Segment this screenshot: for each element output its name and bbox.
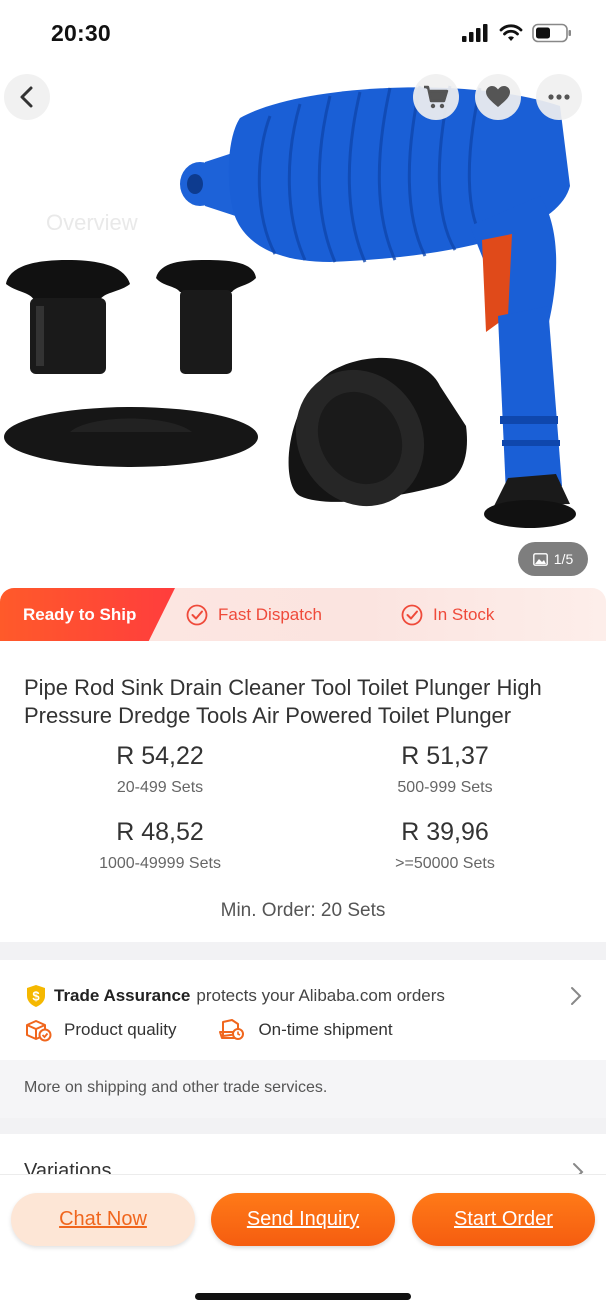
heart-icon (486, 86, 510, 107)
more-button[interactable] (536, 74, 582, 120)
more-shipping-link[interactable]: More on shipping and other trade service… (0, 1060, 606, 1118)
check-circle-icon (401, 604, 423, 625)
tier-quantity: 1000-49999 Sets (99, 855, 221, 872)
tier-price: R 54,22 (116, 742, 204, 770)
fast-dispatch-tag: Fast Dispatch (186, 588, 322, 641)
chevron-left-icon (20, 86, 33, 108)
feature-label: On-time shipment (258, 1020, 393, 1039)
shipping-tags-bar: Ready to Ship Fast Dispatch In Stock (0, 588, 606, 641)
feature-on-time-shipment: On-time shipment (218, 1018, 393, 1042)
image-icon (532, 552, 548, 566)
ready-to-ship-badge: Ready to Ship (0, 588, 175, 641)
check-circle-icon (186, 604, 208, 625)
cart-icon (424, 85, 449, 109)
tier-price: R 39,96 (401, 818, 489, 846)
status-time: 20:30 (51, 20, 111, 46)
feature-product-quality: Product quality (24, 1018, 176, 1042)
tier-quantity: 500-999 Sets (397, 779, 493, 796)
in-stock-tag: In Stock (401, 588, 494, 641)
shipment-icon (219, 1019, 245, 1040)
favorite-button[interactable] (475, 74, 521, 120)
signal-icon (462, 24, 488, 42)
send-inquiry-button[interactable]: Send Inquiry (211, 1193, 395, 1246)
chevron-right-icon (571, 987, 582, 1005)
bottom-action-bar: Chat Now Send Inquiry Start Order (0, 1174, 606, 1312)
trade-features: Product quality On-time shipment (24, 1018, 393, 1042)
trade-assurance-title: Trade Assurance (54, 986, 191, 1005)
tier-quantity: >=50000 Sets (395, 855, 495, 872)
svg-text:$: $ (32, 989, 40, 1004)
tier-price: R 48,52 (116, 818, 204, 846)
wifi-icon (499, 24, 523, 41)
price-tier: R 51,37 500-999 Sets (325, 742, 565, 797)
section-divider (0, 1118, 606, 1134)
image-counter-text: 1/5 (553, 551, 574, 567)
status-icons (462, 23, 572, 43)
product-image (4, 85, 576, 528)
tier-quantity: 20-499 Sets (116, 779, 204, 796)
product-title: Pipe Rod Sink Drain Cleaner Tool Toilet … (24, 675, 542, 728)
image-counter: 1/5 (518, 542, 588, 576)
battery-icon (532, 23, 571, 43)
product-gallery[interactable]: Overview 1/5 (0, 66, 606, 588)
tier-price: R 51,37 (401, 742, 489, 770)
status-bar: 20:30 (0, 0, 606, 66)
chat-now-button[interactable]: Chat Now (11, 1193, 195, 1246)
cart-button[interactable] (413, 74, 459, 120)
trade-assurance-line: $ Trade Assurance protects your Alibaba.… (24, 984, 445, 1008)
trade-assurance-subtitle: protects your Alibaba.com orders (196, 986, 445, 1005)
in-stock-label: In Stock (433, 604, 495, 624)
min-order: Min. Order: 20 Sets (220, 900, 386, 921)
section-divider (0, 942, 606, 960)
price-tier: R 48,52 1000-49999 Sets (40, 818, 280, 873)
trade-assurance-row[interactable]: $ Trade Assurance protects your Alibaba.… (0, 960, 606, 1058)
quality-box-icon (26, 1020, 52, 1042)
fast-dispatch-label: Fast Dispatch (218, 604, 322, 624)
price-tier: R 39,96 >=50000 Sets (325, 818, 565, 873)
start-order-button[interactable]: Start Order (412, 1193, 595, 1246)
home-indicator[interactable] (195, 1293, 411, 1300)
price-tier: R 54,22 20-499 Sets (40, 742, 280, 797)
back-button[interactable] (4, 74, 50, 120)
more-dots-icon (548, 94, 570, 100)
feature-label: Product quality (64, 1020, 177, 1039)
trade-assurance-shield-icon: $ (27, 985, 45, 1007)
